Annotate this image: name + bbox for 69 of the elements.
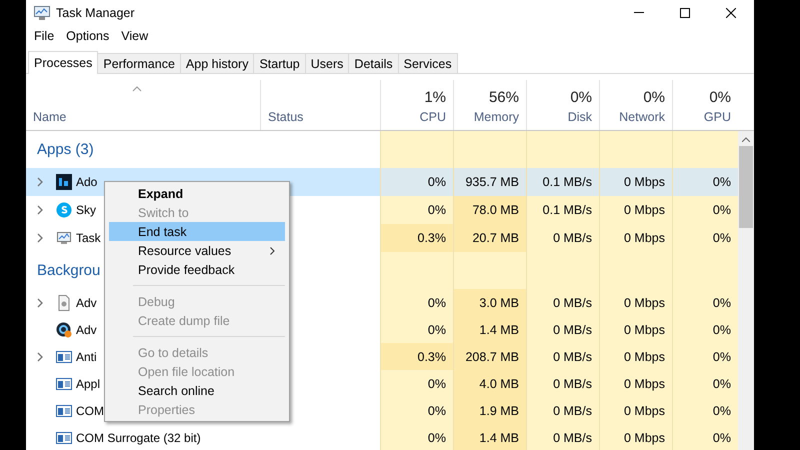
process-name: COM [76, 404, 104, 418]
table-cell: 0% [672, 224, 738, 252]
table-cell: 208.7 MB [453, 343, 526, 370]
table-cell: 0.1 MB/s [526, 168, 599, 196]
table-cell: 0 Mbps [599, 370, 672, 397]
process-name: COM Surrogate (32 bit) [76, 430, 201, 444]
group-heading: Apps (3) [37, 141, 94, 158]
table-cell: 0% [672, 343, 738, 370]
table-cell: 4.0 MB [453, 370, 526, 397]
table-cell: 1.4 MB [453, 316, 526, 343]
column-label: Status [268, 110, 304, 124]
column-label: Disk [568, 110, 592, 124]
group-heading: Backgrou [37, 262, 100, 279]
column-label: CPU [420, 110, 446, 124]
process-name: Adv [76, 322, 97, 336]
column-total: 56% [488, 89, 519, 106]
table-cell: 1.4 MB [453, 424, 526, 450]
table-cell: 1.9 MB [453, 397, 526, 424]
table-cell: 0% [380, 196, 453, 224]
table-cell: 0 MB/s [526, 370, 599, 397]
table-cell: 0 MB/s [526, 289, 599, 316]
table-cell: 78.0 MB [453, 196, 526, 224]
table-cell: 0 Mbps [599, 316, 672, 343]
table-cell: 0 MB/s [526, 343, 599, 370]
table-cell: 0% [380, 168, 453, 196]
table-cell: 0% [672, 168, 738, 196]
table-cell: 0% [672, 289, 738, 316]
table-cell: 0% [672, 370, 738, 397]
table-cell: 0 MB/s [526, 424, 599, 450]
process-name: Ado [76, 175, 98, 189]
table-cell: 0.1 MB/s [526, 196, 599, 224]
table-cell: 0 MB/s [526, 397, 599, 424]
process-name: Adv [76, 296, 97, 310]
table-cell: 0% [672, 424, 738, 450]
process-name: Appl [76, 376, 100, 390]
table-cell: 20.7 MB [453, 224, 526, 252]
column-label: Name [33, 110, 66, 124]
table-cell: 0 Mbps [599, 224, 672, 252]
column-total: 0% [570, 89, 592, 106]
table-cell: 0 Mbps [599, 397, 672, 424]
process-name: Sky [76, 203, 96, 217]
table-cell: 0% [380, 397, 453, 424]
column-label: Memory [474, 110, 519, 124]
column-total: 0% [643, 89, 665, 106]
table-cell: 0.3% [380, 224, 453, 252]
table-cell: 3.0 MB [453, 289, 526, 316]
table-cell: 0% [672, 316, 738, 343]
table-cell: 0 Mbps [599, 196, 672, 224]
column-total: 1% [424, 89, 446, 106]
table-cell: 0 Mbps [599, 168, 672, 196]
table-cell: 935.7 MB [453, 168, 526, 196]
table-cell: 0 Mbps [599, 424, 672, 450]
table-cell: 0% [672, 397, 738, 424]
table-cell: 0.3% [380, 343, 453, 370]
process-name: Anti [76, 350, 97, 364]
table-cell: 0% [380, 424, 453, 450]
column-label: Network [619, 110, 665, 124]
table-cell: 0 Mbps [599, 289, 672, 316]
table-cell: 0% [672, 196, 738, 224]
column-label: GPU [704, 110, 731, 124]
column-total: 0% [709, 89, 731, 106]
table-cell: 0% [380, 316, 453, 343]
table-cell: 0% [380, 370, 453, 397]
table-cell: 0 MB/s [526, 224, 599, 252]
table-cell: 0 Mbps [599, 343, 672, 370]
window-title: Task Manager [56, 6, 136, 20]
process-name: Task [76, 231, 101, 245]
table-cell: 0% [380, 289, 453, 316]
table-cell: 0 MB/s [526, 316, 599, 343]
